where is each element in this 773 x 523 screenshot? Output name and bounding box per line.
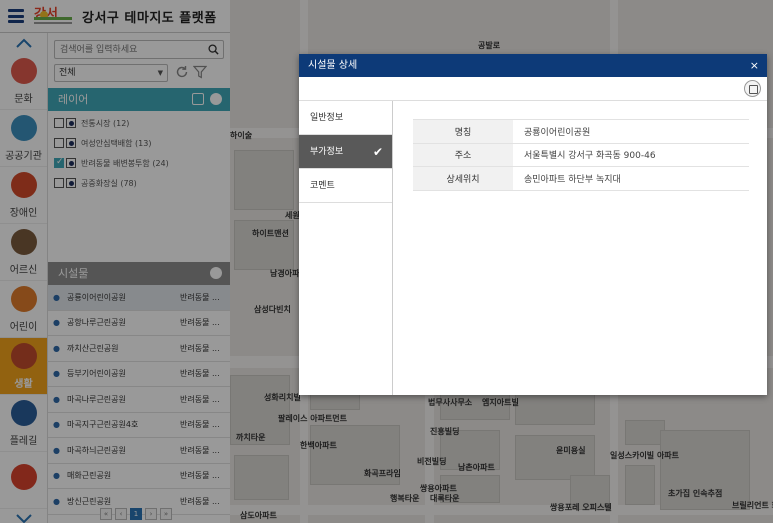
print-icon[interactable] <box>744 80 761 97</box>
detail-row: 명칭 공룡이어린이공원 <box>413 119 749 144</box>
facility-detail-dialog: 시설물 상세 × 일반정보부가정보 ✔ 코멘트 명칭 공룡이어린이공원 주소 서울특별시 … <box>299 54 767 395</box>
tab-label: 일반정보 <box>310 113 344 123</box>
detail-value: 서울특별시 강서구 화곡동 900-46 <box>513 142 749 167</box>
close-icon[interactable]: × <box>750 54 759 77</box>
detail-table: 명칭 공룡이어린이공원 주소 서울특별시 강서구 화곡동 900-46 상세위치 송민아파… <box>413 119 749 191</box>
dialog-title: 시설물 상세 <box>308 60 358 71</box>
dialog-header: 시설물 상세 × <box>299 54 767 77</box>
detail-key: 명칭 <box>413 119 513 144</box>
check-icon: ✔ <box>372 145 383 159</box>
detail-value: 송민아파트 하단부 녹지대 <box>513 166 749 191</box>
detail-row: 상세위치 송민아파트 하단부 녹지대 <box>413 166 749 191</box>
tab-1[interactable]: 일반정보 <box>299 101 392 135</box>
detail-key: 상세위치 <box>413 166 513 191</box>
tab-label: 코멘트 <box>310 181 335 191</box>
dialog-toolbar <box>299 77 767 101</box>
detail-value: 공룡이어린이공원 <box>513 119 749 144</box>
detail-row: 주소 서울특별시 강서구 화곡동 900-46 <box>413 142 749 167</box>
detail-key: 주소 <box>413 142 513 167</box>
tab-3[interactable]: 코멘트 <box>299 169 392 203</box>
detail-tabs: 일반정보부가정보 ✔ 코멘트 <box>299 101 393 395</box>
tab-2[interactable]: 부가정보 ✔ <box>299 135 392 169</box>
tab-label: 부가정보 <box>310 147 344 157</box>
